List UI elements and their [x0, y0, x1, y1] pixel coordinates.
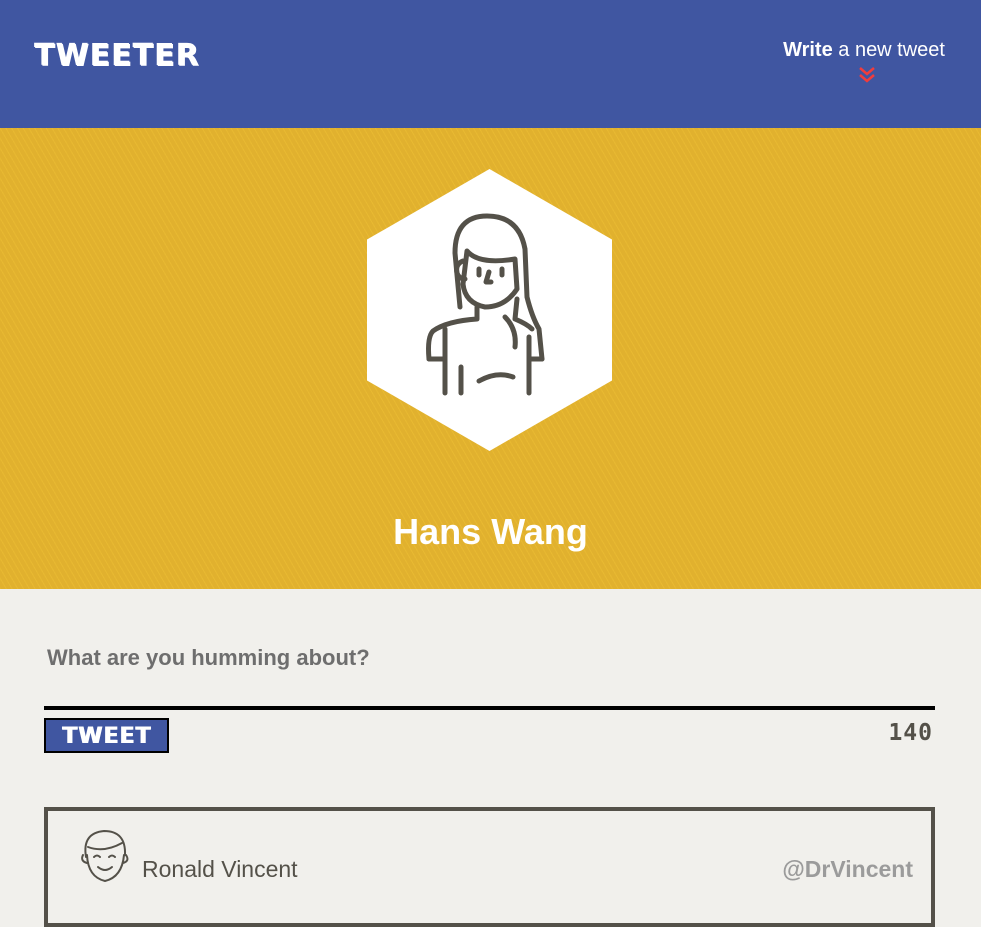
brand-logo: TWEETER — [34, 38, 200, 73]
profile-name: Hans Wang — [393, 511, 588, 552]
tweet-submit-button[interactable]: TWEET — [44, 718, 169, 753]
double-chevron-down-icon[interactable] — [858, 66, 876, 84]
compose-prompt-label: What are you humming about? — [47, 645, 370, 670]
character-counter: 140 — [888, 720, 933, 746]
tweet-author-handle: @DrVincent — [782, 856, 913, 882]
user-avatar-icon — [81, 830, 129, 882]
new-tweet-label: a new tweet — [832, 39, 945, 61]
tweet-author-name: Ronald Vincent — [142, 856, 298, 882]
tweet-card: Ronald Vincent @DrVincent — [44, 807, 935, 927]
profile-banner: Hans Wang — [0, 128, 981, 589]
write-label: Write — [783, 39, 833, 61]
top-nav: TWEETER Write a new tweet — [0, 0, 981, 128]
profile-avatar — [367, 169, 612, 451]
tweet-textarea[interactable] — [44, 676, 935, 710]
write-new-tweet-toggle[interactable]: Write a new tweet — [775, 38, 945, 62]
